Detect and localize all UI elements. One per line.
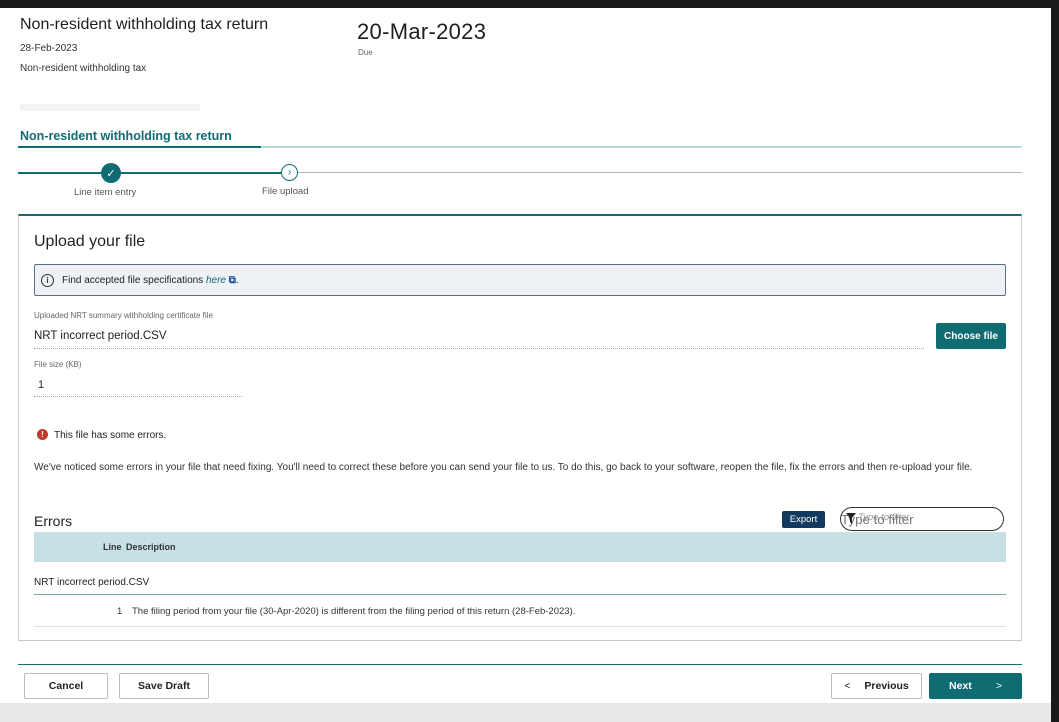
specs-link[interactable]: here xyxy=(206,275,226,286)
period-date: 28-Feb-2023 xyxy=(20,43,78,54)
table-row-description: The filing period from your file (30-Apr… xyxy=(132,606,576,617)
size-field-value: 1 xyxy=(38,379,45,391)
column-header-line[interactable]: Line xyxy=(103,542,122,552)
table-header xyxy=(34,532,1006,562)
external-link-icon[interactable]: ⧉ xyxy=(229,275,236,286)
tab-return[interactable]: Non-resident withholding tax return xyxy=(20,129,232,143)
export-button[interactable]: Export xyxy=(782,511,825,528)
stepper-progress-line xyxy=(18,172,282,174)
error-icon: ! xyxy=(37,429,48,440)
choose-file-button[interactable]: Choose file xyxy=(936,323,1006,349)
next-label: Next xyxy=(949,680,972,692)
errors-heading: Errors xyxy=(34,513,73,529)
step-label-line-item-entry: Line item entry xyxy=(74,187,137,198)
save-draft-button[interactable]: Save Draft xyxy=(119,673,209,699)
file-field-underline xyxy=(34,348,924,349)
page-title: Non-resident withholding tax return xyxy=(20,16,269,33)
size-field-label: File size (KB) xyxy=(34,360,82,369)
error-detail: We've noticed some errors in your file t… xyxy=(34,462,973,473)
file-field-value: NRT incorrect period.CSV xyxy=(34,330,167,342)
cancel-button[interactable]: Cancel xyxy=(24,673,108,699)
check-icon[interactable]: ✓ xyxy=(101,163,121,183)
due-label: Due xyxy=(358,48,373,57)
file-field-label: Uploaded NRT summary withholding certifi… xyxy=(34,311,213,320)
previous-label: Previous xyxy=(864,680,909,692)
chevron-left-icon: < xyxy=(844,680,851,692)
tax-type: Non-resident withholding tax xyxy=(20,63,147,74)
tab-active-indicator xyxy=(18,146,261,148)
bottom-bar xyxy=(0,703,1051,722)
info-suffix: . xyxy=(235,275,239,286)
info-icon: i xyxy=(41,274,54,287)
column-header-description[interactable]: Description xyxy=(126,542,176,552)
size-field-underline xyxy=(34,396,242,397)
faded-placeholder xyxy=(20,104,200,111)
filter-placeholder: Type to filter xyxy=(858,512,910,523)
table-row-line: 1 xyxy=(117,606,123,617)
step-label-file-upload: File upload xyxy=(262,186,309,197)
info-text: Find accepted file specifications here ⧉… xyxy=(62,275,239,286)
previous-button[interactable]: < Previous xyxy=(831,673,922,699)
stepper-remaining-line xyxy=(296,172,1022,173)
upload-heading: Upload your file xyxy=(34,233,146,250)
table-group-label: NRT incorrect period.CSV xyxy=(34,577,150,588)
due-date: 20-Mar-2023 xyxy=(357,19,487,44)
next-button[interactable]: Next > xyxy=(929,673,1022,699)
chevron-right-icon[interactable]: › xyxy=(281,164,298,181)
error-message: This file has some errors. xyxy=(54,430,167,441)
footer-divider xyxy=(18,664,1022,665)
table-row-divider xyxy=(34,626,1006,627)
table-group-divider xyxy=(34,594,1006,595)
chevron-right-icon: > xyxy=(995,680,1002,692)
info-prefix: Find accepted file specifications xyxy=(62,275,206,286)
filter-icon xyxy=(846,513,856,524)
